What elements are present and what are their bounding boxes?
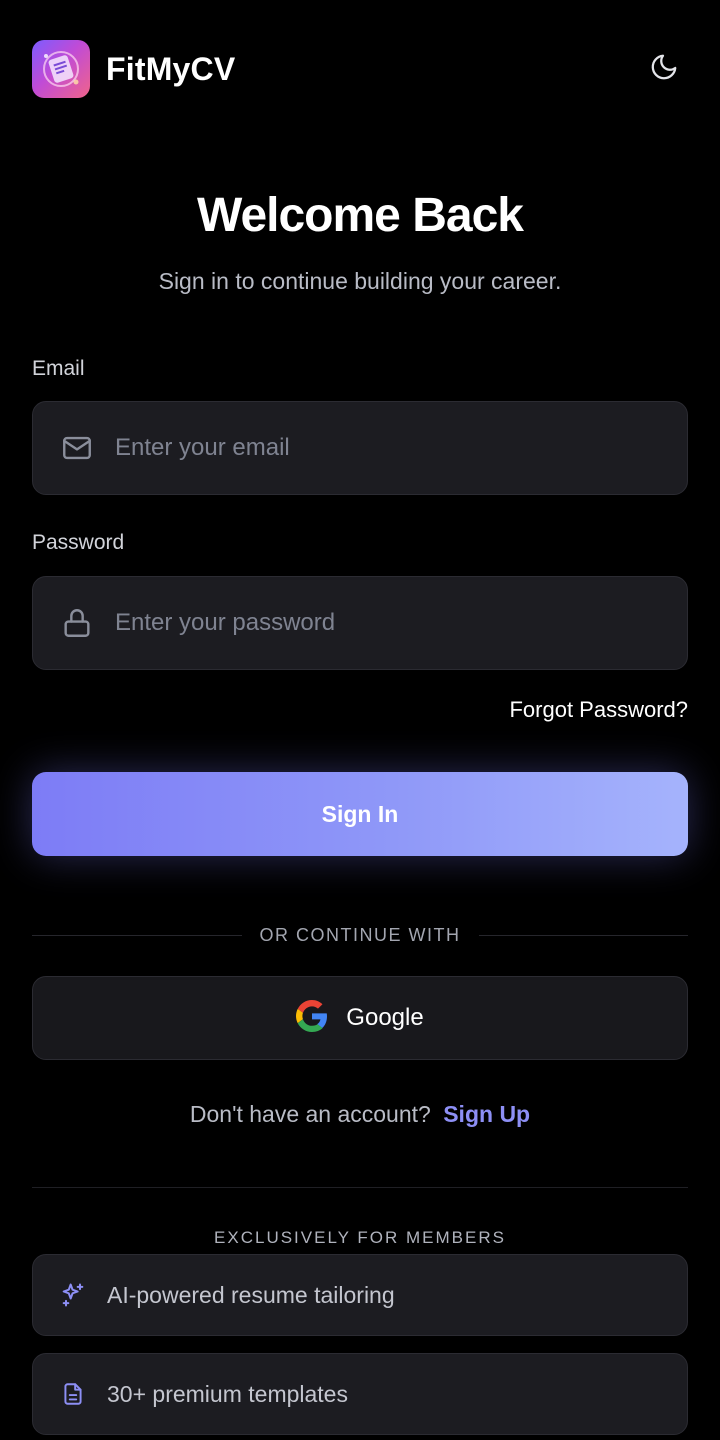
- google-button-label: Google: [346, 1004, 424, 1031]
- moon-icon: [649, 52, 679, 87]
- sign-up-link[interactable]: Sign Up: [443, 1101, 530, 1127]
- feature-label: AI-powered resume tailoring: [107, 1281, 395, 1308]
- brand[interactable]: FitMyCV: [32, 40, 235, 98]
- members-heading: EXCLUSIVELY FOR MEMBERS: [214, 1228, 506, 1247]
- google-icon: [296, 999, 328, 1037]
- page-title: Welcome Back: [197, 189, 524, 242]
- password-input[interactable]: [115, 609, 655, 637]
- feature-card-ai-tailoring: AI-powered resume tailoring: [32, 1254, 688, 1336]
- forgot-password-link[interactable]: Forgot Password?: [509, 697, 688, 723]
- lock-icon: [59, 605, 95, 641]
- divider-text: OR CONTINUE WITH: [259, 924, 461, 945]
- signup-row: Don't have an account? Sign Up: [0, 1101, 720, 1128]
- sparkles-icon: [59, 1281, 87, 1309]
- email-label: Email: [32, 357, 85, 380]
- mail-icon: [59, 430, 95, 466]
- login-page: FitMyCV Welcome Back Sign in to continue…: [0, 0, 720, 1440]
- fitmycv-logo: [32, 40, 90, 98]
- section-separator: [32, 1187, 688, 1188]
- or-divider: OR CONTINUE WITH: [32, 920, 688, 950]
- sign-in-button[interactable]: Sign In: [32, 772, 688, 856]
- signup-prompt: Don't have an account?: [189, 1101, 431, 1127]
- brand-name: FitMyCV: [106, 50, 236, 87]
- divider-line-right: [478, 934, 688, 936]
- email-field-container[interactable]: [32, 401, 688, 495]
- email-input[interactable]: [115, 434, 655, 462]
- page-subtitle: Sign in to continue building your career…: [158, 268, 562, 294]
- divider-line-left: [32, 934, 242, 936]
- feature-label: 30+ premium templates: [107, 1380, 348, 1407]
- feature-card-templates: 30+ premium templates: [32, 1353, 688, 1435]
- google-sign-in-button[interactable]: Google: [32, 976, 688, 1060]
- password-label: Password: [32, 531, 125, 554]
- theme-toggle-button[interactable]: [640, 45, 688, 93]
- password-field-container[interactable]: [32, 576, 688, 670]
- document-icon: [59, 1380, 87, 1408]
- header: FitMyCV: [32, 40, 688, 98]
